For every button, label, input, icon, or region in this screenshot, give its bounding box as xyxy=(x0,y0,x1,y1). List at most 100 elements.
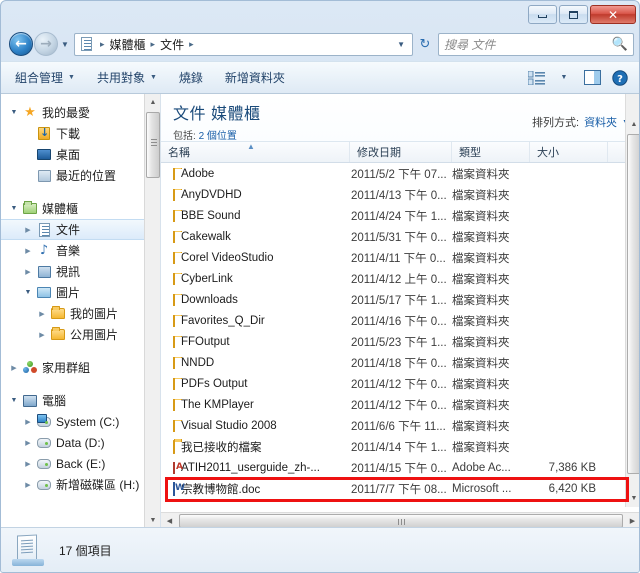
tree-expander[interactable]: ▶ xyxy=(35,310,49,318)
tree-expander[interactable]: ▶ xyxy=(35,331,49,339)
table-row[interactable]: BBE Sound 2011/4/24 下午 1... 檔案資料夾 xyxy=(161,205,639,226)
breadcrumb-separator-0[interactable]: ▸ xyxy=(97,39,108,50)
table-row[interactable]: CyberLink 2011/4/12 上午 0... 檔案資料夾 xyxy=(161,268,639,289)
sidebar-item-2[interactable]: 桌面 xyxy=(1,144,160,165)
sidebar-item-7[interactable]: ▶ 視訊 xyxy=(1,261,160,282)
change-view-button[interactable] xyxy=(523,67,549,89)
sidebar-scroll-up-button[interactable]: ▲ xyxy=(145,94,160,111)
file-list-vertical-scrollbar[interactable]: ▲ ▼ xyxy=(625,94,639,507)
library-title-group: 文件 媒體櫃 包括: 2 個位置 xyxy=(173,100,532,142)
close-button[interactable]: ✕ xyxy=(590,5,636,24)
sidebar-scroll-thumb[interactable] xyxy=(146,112,160,178)
tree-expander[interactable]: ▶ xyxy=(21,247,35,255)
file-date-cell: 2011/7/7 下午 08... xyxy=(351,483,447,496)
organize-menu-button[interactable]: 組合管理 ▼ xyxy=(7,66,83,89)
sidebar-item-10[interactable]: ▶ 公用圖片 xyxy=(1,324,160,345)
sidebar-item-0[interactable]: ▼ ★ 我的最愛 xyxy=(1,102,160,123)
table-row[interactable]: Cakewalk 2011/5/31 下午 0... 檔案資料夾 xyxy=(161,226,639,247)
table-row[interactable]: Corel VideoStudio 2011/4/11 下午 0... 檔案資料夾 xyxy=(161,247,639,268)
new-folder-button[interactable]: 新增資料夾 xyxy=(217,66,293,89)
address-breadcrumb-bar[interactable]: ▸ 媒體櫃 ▸ 文件 ▸ ▼ xyxy=(74,32,413,56)
table-row[interactable]: Visual Studio 2008 2011/6/6 下午 11... 檔案資料夾 xyxy=(161,415,639,436)
table-row[interactable]: NNDD 2011/4/18 下午 0... 檔案資料夾 xyxy=(161,352,639,373)
system-drive-icon xyxy=(35,413,53,430)
sidebar-item-16[interactable]: ▶ 新增磁碟區 (H:) xyxy=(1,474,160,495)
file-list-scroll-down-button[interactable]: ▼ xyxy=(626,490,639,507)
preview-pane-button[interactable] xyxy=(579,67,605,89)
sidebar-item-3[interactable]: 最近的位置 xyxy=(1,165,160,186)
sidebar-item-11[interactable]: ▶ 家用群組 xyxy=(1,357,160,378)
column-header-type[interactable]: 類型 xyxy=(452,142,530,162)
file-list-hscroll-thumb[interactable] xyxy=(179,514,623,528)
tree-expander[interactable]: ▶ xyxy=(7,364,21,372)
column-header-size[interactable]: 大小 xyxy=(530,142,608,162)
sidebar-item-8[interactable]: ▼ 圖片 xyxy=(1,282,160,303)
arrange-by-value[interactable]: 資料夾 xyxy=(584,114,617,130)
refresh-button[interactable]: ↻ xyxy=(415,34,435,55)
table-row[interactable]: 宗教博物館.doc 2011/7/7 下午 08... Microsoft ... 6… xyxy=(161,478,639,499)
tree-expander[interactable]: ▶ xyxy=(21,460,35,468)
view-dropdown-caret[interactable]: ▼ xyxy=(551,67,577,89)
sidebar-scrollbar[interactable]: ▲ ▼ xyxy=(144,94,160,529)
sidebar-item-label: System (C:) xyxy=(56,414,120,429)
column-header-name[interactable]: 名稱 ▲ xyxy=(161,142,350,162)
back-button[interactable]: ← xyxy=(9,32,33,56)
tree-expander[interactable]: ▼ xyxy=(7,109,21,116)
breadcrumb-separator-1[interactable]: ▸ xyxy=(148,39,159,50)
breadcrumb-item-0[interactable]: 媒體櫃 xyxy=(108,36,148,53)
sidebar-item-14[interactable]: ▶ Data (D:) xyxy=(1,432,160,453)
tree-expander[interactable]: ▼ xyxy=(21,289,35,296)
sidebar-item-4[interactable]: ▼ 媒體櫃 xyxy=(1,198,160,219)
sidebar-item-15[interactable]: ▶ Back (E:) xyxy=(1,453,160,474)
word-icon xyxy=(173,481,175,496)
search-box[interactable]: 搜尋 文件 🔍 xyxy=(438,32,634,56)
status-bar: 17 個項目 xyxy=(1,527,639,572)
history-dropdown-button[interactable]: ▼ xyxy=(58,40,72,49)
file-date-cell: 2011/4/14 下午 1... xyxy=(351,441,447,454)
sidebar-item-12[interactable]: ▼ 電腦 xyxy=(1,390,160,411)
maximize-button[interactable] xyxy=(559,5,588,24)
sidebar-item-9[interactable]: ▶ 我的圖片 xyxy=(1,303,160,324)
file-list-scroll-thumb[interactable] xyxy=(627,134,639,474)
table-row[interactable]: ATIH2011_userguide_zh-... 2011/4/15 下午 0.… xyxy=(161,457,639,478)
tree-expander[interactable]: ▶ xyxy=(21,439,35,447)
table-row[interactable]: PDFs Output 2011/4/12 下午 0... 檔案資料夾 xyxy=(161,373,639,394)
search-input[interactable]: 搜尋 文件 xyxy=(444,36,612,53)
tree-expander[interactable]: ▼ xyxy=(7,397,21,404)
sidebar-item-13[interactable]: ▶ System (C:) xyxy=(1,411,160,432)
tree-expander[interactable]: ▶ xyxy=(21,226,35,234)
sidebar-item-1[interactable]: 下載 xyxy=(1,123,160,144)
tree-expander[interactable]: ▶ xyxy=(21,481,35,489)
breadcrumb-item-1[interactable]: 文件 xyxy=(158,36,186,53)
column-header-date[interactable]: 修改日期 xyxy=(350,142,452,162)
arrange-by-control[interactable]: 排列方式: 資料夾 ▼ xyxy=(532,100,639,130)
file-name-cell: The KMPlayer xyxy=(161,398,350,411)
folder-icon xyxy=(173,209,175,222)
sidebar-item-5[interactable]: ▶ 文件 xyxy=(1,219,158,240)
table-row[interactable]: 我已接收的檔案 2011/4/14 下午 1... 檔案資料夾 xyxy=(161,436,639,457)
file-list-scroll-up-button[interactable]: ▲ xyxy=(626,116,639,133)
svg-text:?: ? xyxy=(617,74,623,85)
title-bar[interactable]: ✕ xyxy=(1,1,639,27)
includes-count-link[interactable]: 2 個位置 xyxy=(199,131,237,142)
sidebar-item-6[interactable]: ▶ ♪ 音樂 xyxy=(1,240,160,261)
address-dropdown-caret[interactable]: ▼ xyxy=(392,40,410,49)
burn-button[interactable]: 燒錄 xyxy=(171,66,211,89)
sidebar-item-label: 圖片 xyxy=(56,286,81,300)
forward-button[interactable]: → xyxy=(34,32,58,56)
tree-expander[interactable]: ▼ xyxy=(7,205,21,212)
table-row[interactable]: FFOutput 2011/5/23 下午 1... 檔案資料夾 xyxy=(161,331,639,352)
file-name-text: ATIH2011_userguide_zh-... xyxy=(181,461,320,474)
table-row[interactable]: Adobe 2011/5/2 下午 07... 檔案資料夾 xyxy=(161,163,639,184)
table-row[interactable]: AnyDVDHD 2011/4/13 下午 0... 檔案資料夾 xyxy=(161,184,639,205)
table-row[interactable]: Downloads 2011/5/17 下午 1... 檔案資料夾 xyxy=(161,289,639,310)
table-row[interactable]: The KMPlayer 2011/4/12 下午 0... 檔案資料夾 xyxy=(161,394,639,415)
breadcrumb-separator-2[interactable]: ▸ xyxy=(186,39,197,50)
table-row[interactable]: Favorites_Q_Dir 2011/4/16 下午 0... 檔案資料夾 xyxy=(161,310,639,331)
tree-expander[interactable]: ▶ xyxy=(21,418,35,426)
share-with-menu-button[interactable]: 共用對象 ▼ xyxy=(89,66,165,89)
file-type-cell: Adobe Ac... xyxy=(452,461,511,474)
tree-expander[interactable]: ▶ xyxy=(21,268,35,276)
help-button[interactable]: ? xyxy=(607,67,633,89)
minimize-button[interactable] xyxy=(528,5,557,24)
